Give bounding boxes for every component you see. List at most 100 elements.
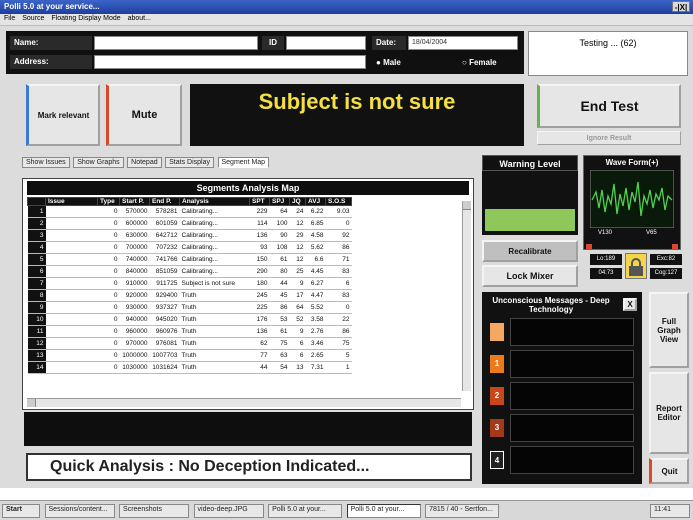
table-cell: 245 (249, 289, 270, 302)
table-cell: 2.65 (305, 349, 326, 362)
tab-show-graphs[interactable]: Show Graphs (73, 157, 124, 168)
col-jq[interactable]: JQ (289, 197, 306, 206)
col-spt[interactable]: SPT (249, 197, 270, 206)
female-radio[interactable]: ○ Female (462, 58, 497, 67)
segments-table-wrap: Issue Type Start P. End P. Analysis SPT SPJ JQ A… (27, 197, 469, 374)
table-row[interactable]: 2 0 600000 601059 Calibrating... 114 100 12 6.85… (27, 217, 352, 230)
table-cell: 150 (249, 253, 270, 266)
col-issue[interactable]: Issue (45, 197, 98, 206)
table-cell: 1031624 (149, 361, 180, 374)
table-cell: 63 (269, 349, 290, 362)
col-spj[interactable]: SPJ (269, 197, 290, 206)
table-cell: 61 (269, 325, 290, 338)
table-row[interactable]: 3 0 630000 642712 Calibrating... 136 90 29 4.58 9… (27, 229, 352, 242)
task-polli-2[interactable]: Polli 5.0 at your... (346, 504, 421, 518)
table-row[interactable]: 13 0 1000000 1007703 Truth 77 63 6 2.65 5 (27, 349, 352, 362)
table-row[interactable]: 12 0 970000 976081 Truth 62 75 6 3.46 75 (27, 337, 352, 350)
task-video-deep[interactable]: video-deep.JPG (193, 504, 264, 518)
window-controls[interactable]: -|X| (672, 1, 690, 12)
id-input[interactable] (286, 36, 366, 50)
row-number: 7 (27, 277, 46, 290)
vertical-scrollbar[interactable] (462, 201, 471, 391)
task-polli-1[interactable]: Polli 5.0 at your... (268, 504, 343, 518)
col-s-o-s[interactable]: S.O.S (325, 197, 352, 206)
table-row[interactable]: 5 0 740000 741766 Calibrating... 150 61 12 6.6 71 (27, 253, 352, 266)
task-screenshots[interactable]: Screenshots (119, 504, 190, 518)
table-cell: Truth (179, 361, 250, 374)
tab-segment-map[interactable]: Segment Map (217, 157, 270, 168)
close-icon[interactable]: X (623, 298, 637, 311)
mark-relevant-button[interactable]: Mark relevant (26, 84, 100, 146)
male-radio[interactable]: ● Male (376, 58, 401, 67)
table-row[interactable]: 11 0 960000 960976 Truth 136 61 9 2.76 86 (27, 325, 352, 338)
table-cell: 0 (97, 253, 120, 266)
female-radio-label: Female (469, 58, 497, 67)
date-input[interactable]: 18/04/2004 (408, 36, 518, 50)
table-cell: 6.22 (305, 205, 326, 218)
table-row[interactable]: 9 0 930000 937327 Truth 225 86 64 5.52 0 (27, 301, 352, 314)
table-cell: 29 (289, 229, 306, 242)
menu-floating-display[interactable]: Floating Display Mode (51, 15, 120, 22)
lock-icon[interactable] (625, 253, 647, 279)
col-start-p[interactable]: Start P. (119, 197, 150, 206)
tab-stats-display[interactable]: Stats Display (165, 157, 214, 168)
table-cell: 9 (289, 277, 306, 290)
table-row[interactable]: 4 0 700000 707232 Calibrating... 93 108 12 5.62 8… (27, 241, 352, 254)
mute-button[interactable]: Mute (106, 84, 182, 146)
table-cell: 2.76 (305, 325, 326, 338)
start-button[interactable]: Start (2, 504, 40, 518)
warning-level-title: Warning Level (482, 155, 578, 171)
table-cell: 83 (325, 289, 352, 302)
table-cell: 136 (249, 229, 270, 242)
table-cell: 570000 (119, 205, 150, 218)
table-cell: 960000 (119, 325, 150, 338)
scroll-left-arrow-icon[interactable] (27, 399, 36, 407)
table-cell: 6 (289, 349, 306, 362)
table-row[interactable]: 14 0 1030000 1031624 Truth 44 54 13 7.31 1 (27, 361, 352, 374)
full-graph-view-button[interactable]: Full Graph View (649, 292, 689, 368)
testing-status-text: Testing ... (62) (579, 38, 637, 48)
report-editor-button[interactable]: Report Editor (649, 372, 689, 454)
ignore-result-button[interactable]: Ignore Result (537, 131, 681, 145)
table-cell: 642712 (149, 229, 180, 242)
table-cell: 940000 (119, 313, 150, 326)
table-cell: Calibrating... (179, 229, 250, 242)
table-cell (45, 301, 98, 314)
table-row[interactable]: 10 0 940000 945020 Truth 176 53 52 3.58 22 (27, 313, 352, 326)
menu-about[interactable]: about... (128, 15, 151, 22)
table-row[interactable]: 7 0 910000 911725 Subject is not sure 180 44 9 6… (27, 277, 352, 290)
male-radio-label: Male (383, 58, 401, 67)
table-row[interactable]: 1 0 570000 578281 Calibrating... 229 64 24 6.22 9… (27, 205, 352, 218)
name-input[interactable] (94, 36, 258, 50)
horizontal-scrollbar[interactable] (27, 398, 461, 407)
table-row[interactable]: 6 0 840000 851059 Calibrating... 290 80 25 4.45 8… (27, 265, 352, 278)
table-cell: 960976 (149, 325, 180, 338)
task-sertfon[interactable]: 7815 / 40 - Sertfon... (425, 504, 500, 518)
table-cell: 22 (325, 313, 352, 326)
tab-show-issues[interactable]: Show Issues (22, 157, 70, 168)
table-cell: 3.46 (305, 337, 326, 350)
menu-file[interactable]: File (4, 15, 15, 22)
task-sessions[interactable]: Sessions/content... (44, 504, 115, 518)
lock-mixer-button[interactable]: Lock Mixer (482, 265, 578, 287)
col-end-p[interactable]: End P. (149, 197, 180, 206)
address-input[interactable] (94, 55, 366, 69)
row-number: 13 (27, 349, 46, 362)
quit-button[interactable]: Quit (649, 458, 689, 484)
table-cell (45, 313, 98, 326)
menu-source[interactable]: Source (22, 15, 44, 22)
tab-notepad[interactable]: Notepad (127, 157, 162, 168)
wave-form-panel: Wave Form(+) V130 V65 (583, 155, 681, 250)
scroll-up-arrow-icon[interactable] (463, 201, 471, 210)
col-analysis[interactable]: Analysis (179, 197, 250, 206)
row-number: 5 (27, 253, 46, 266)
col-avj[interactable]: AVJ (305, 197, 326, 206)
table-cell: Truth (179, 325, 250, 338)
col-type[interactable]: Type (97, 197, 120, 206)
table-cell: 741766 (149, 253, 180, 266)
male-radio-dot: ● (376, 58, 384, 67)
table-row[interactable]: 8 0 920000 929400 Truth 245 45 17 4.47 83 (27, 289, 352, 302)
recalibrate-button[interactable]: Recalibrate (482, 240, 578, 262)
end-test-button[interactable]: End Test (537, 84, 681, 128)
date-label: Date: (372, 36, 406, 50)
